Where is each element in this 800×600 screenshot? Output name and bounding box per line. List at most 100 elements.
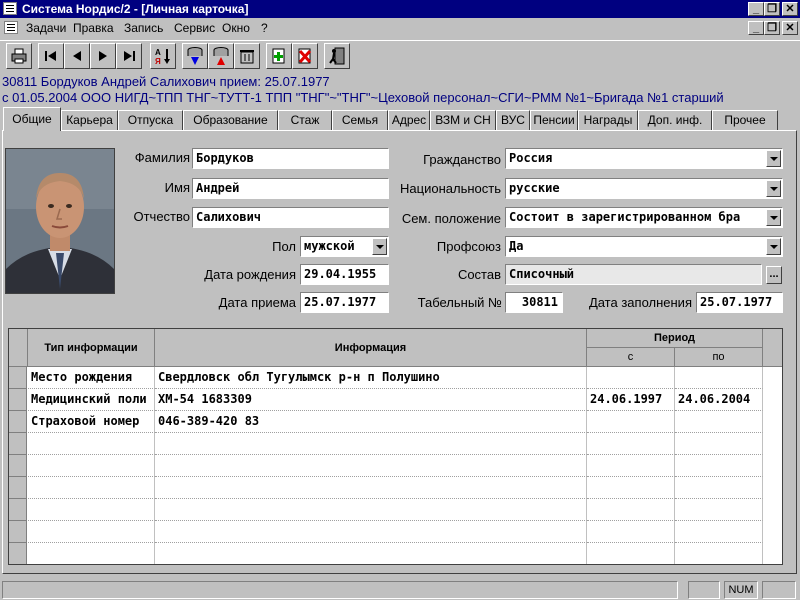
table-cell-info[interactable] [155,499,587,521]
table-cell-to[interactable] [675,455,763,477]
info-table[interactable]: Тип информации Информация Период с по Ме… [8,328,783,565]
maximize-button[interactable]: ❐ [764,2,780,16]
chevron-down-icon[interactable] [766,180,781,197]
table-cell-info[interactable]: 046-389-420 83 [155,411,587,433]
table-cell-type[interactable]: Место рождения [28,367,155,389]
prev-record-button[interactable] [64,43,90,69]
close-button[interactable]: ✕ [782,2,798,16]
table-cell-to[interactable]: 24.06.2004 [675,389,763,411]
hire-date-field[interactable]: 25.07.1977 [300,292,389,313]
row-selector[interactable] [9,543,27,564]
child-restore-button[interactable]: ❐ [764,21,780,35]
row-selector[interactable] [9,521,27,543]
tab-family[interactable]: Семья [332,110,388,130]
sort-button[interactable]: AЯ [150,43,176,69]
table-cell-type[interactable] [28,433,155,455]
fill-date-field[interactable]: 25.07.1977 [696,292,783,313]
table-cell-type[interactable] [28,521,155,543]
first-record-button[interactable] [38,43,64,69]
tab-vacations[interactable]: Отпуска [118,110,183,130]
child-minimize-button[interactable]: _ [748,21,764,35]
minimize-button[interactable]: _ [748,2,764,16]
tab-number-field[interactable]: 30811 [505,292,563,313]
birth-date-field[interactable]: 29.04.1955 [300,264,389,285]
tab-extra-info[interactable]: Доп. инф. [638,110,712,130]
nationality-select[interactable]: русские [505,178,783,199]
add-record-button[interactable] [266,43,292,69]
name-field[interactable]: Андрей [192,178,389,199]
table-cell-type[interactable] [28,477,155,499]
union-select[interactable]: Да [505,236,783,257]
table-cell-from[interactable]: 24.06.1997 [587,389,675,411]
tab-general[interactable]: Общие [3,107,61,131]
delete-record-button[interactable] [292,43,318,69]
last-record-button[interactable] [116,43,142,69]
db-clear-button[interactable] [234,43,260,69]
table-cell-to[interactable] [675,433,763,455]
table-cell-type[interactable] [28,543,155,564]
child-close-button[interactable]: ✕ [782,21,798,35]
table-cell-to[interactable] [675,411,763,433]
exit-button[interactable] [324,43,350,69]
sex-select[interactable]: мужской [300,236,389,257]
table-cell-to[interactable] [675,499,763,521]
table-cell-from[interactable] [587,477,675,499]
tab-other[interactable]: Прочее [712,110,778,130]
next-record-button[interactable] [90,43,116,69]
db-up-button[interactable] [208,43,234,69]
table-cell-info[interactable]: ХМ-54 1683309 [155,389,587,411]
table-cell-from[interactable] [587,499,675,521]
chevron-down-icon[interactable] [766,150,781,167]
chevron-down-icon[interactable] [766,238,781,255]
db-down-button[interactable] [182,43,208,69]
tab-education[interactable]: Образование [183,110,278,130]
staff-browse-button[interactable]: ... [766,266,782,284]
column-header-info[interactable]: Информация [155,329,587,367]
column-header-period[interactable]: Период [587,329,763,348]
table-cell-to[interactable] [675,477,763,499]
surname-field[interactable]: Бордуков [192,148,389,169]
marital-status-select[interactable]: Состоит в зарегистрированном бра [505,207,783,228]
table-cell-info[interactable] [155,477,587,499]
table-cell-type[interactable] [28,455,155,477]
table-cell-from[interactable] [587,433,675,455]
column-header-to[interactable]: по [675,348,763,367]
menu-record[interactable]: Запись [124,21,163,35]
menu-window[interactable]: Окно [222,21,250,35]
tab-military[interactable]: ВУС [496,110,530,130]
table-cell-info[interactable] [155,521,587,543]
row-selector[interactable] [9,367,27,389]
menu-edit[interactable]: Правка [73,21,114,35]
row-selector[interactable] [9,499,27,521]
table-cell-type[interactable]: Страховой номер [28,411,155,433]
patronymic-field[interactable]: Салихович [192,207,389,228]
citizenship-select[interactable]: Россия [505,148,783,169]
table-cell-type[interactable] [28,499,155,521]
column-header-type[interactable]: Тип информации [28,329,155,367]
print-button[interactable] [6,43,32,69]
table-cell-from[interactable] [587,411,675,433]
row-selector[interactable] [9,389,27,411]
table-cell-info[interactable] [155,433,587,455]
table-cell-to[interactable] [675,367,763,389]
row-selector[interactable] [9,433,27,455]
row-selector[interactable] [9,477,27,499]
table-cell-from[interactable] [587,455,675,477]
title-bar[interactable]: Система Нордис/2 - [Личная карточка] _ ❐… [0,0,800,18]
table-cell-info[interactable]: Свердловск обл Тугулымск р-н п Полушино [155,367,587,389]
tab-address[interactable]: Адрес [388,110,430,130]
table-cell-to[interactable] [675,543,763,564]
table-cell-type[interactable]: Медицинский поли [28,389,155,411]
tab-awards[interactable]: Награды [578,110,638,130]
row-selector[interactable] [9,411,27,433]
tab-experience[interactable]: Стаж [278,110,332,130]
table-cell-from[interactable] [587,543,675,564]
tab-career[interactable]: Карьера [61,110,118,130]
table-cell-to[interactable] [675,521,763,543]
staff-field[interactable]: Списочный [505,264,762,285]
table-cell-from[interactable] [587,367,675,389]
tab-pensions[interactable]: Пенсии [530,110,578,130]
menu-help[interactable]: ? [261,21,268,35]
table-cell-from[interactable] [587,521,675,543]
menu-service[interactable]: Сервис [174,21,215,35]
